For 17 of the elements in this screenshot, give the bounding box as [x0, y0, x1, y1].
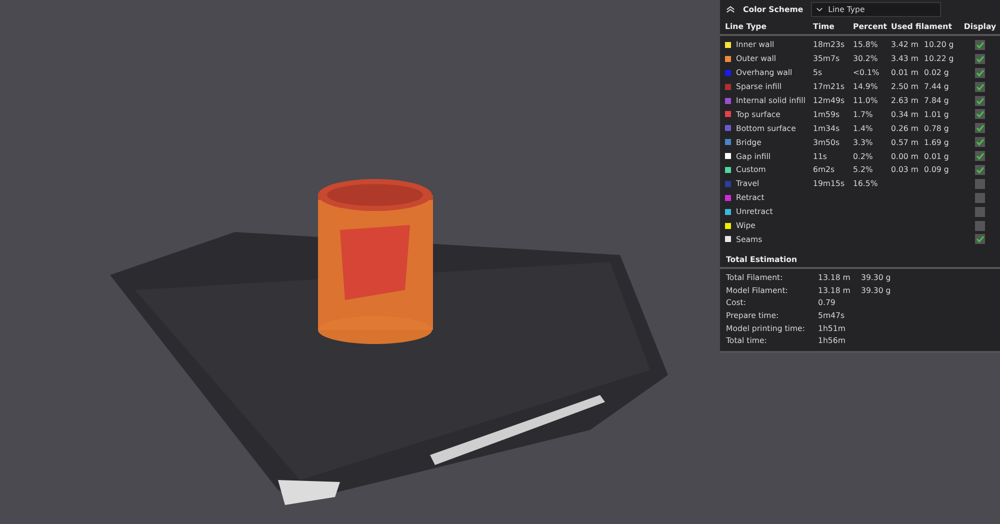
caret-icon — [816, 6, 824, 12]
display-checkbox[interactable] — [975, 96, 985, 106]
display-checkbox[interactable] — [975, 40, 985, 50]
display-checkbox[interactable] — [975, 151, 985, 162]
display-checkbox[interactable] — [975, 109, 985, 120]
display-checkbox[interactable] — [975, 178, 985, 189]
display-checkbox[interactable] — [975, 220, 985, 231]
display-checkbox[interactable] — [975, 192, 985, 203]
display-checkbox[interactable] — [975, 54, 985, 64]
collapse-icon[interactable] — [726, 4, 735, 14]
display-checkbox[interactable] — [975, 164, 985, 175]
display-checkbox[interactable] — [975, 68, 985, 78]
display-checkbox[interactable] — [975, 137, 985, 148]
display-checkbox[interactable] — [975, 82, 985, 92]
display-checkbox[interactable] — [975, 123, 985, 134]
display-checkbox[interactable] — [975, 206, 985, 217]
display-checkbox[interactable] — [975, 234, 985, 244]
